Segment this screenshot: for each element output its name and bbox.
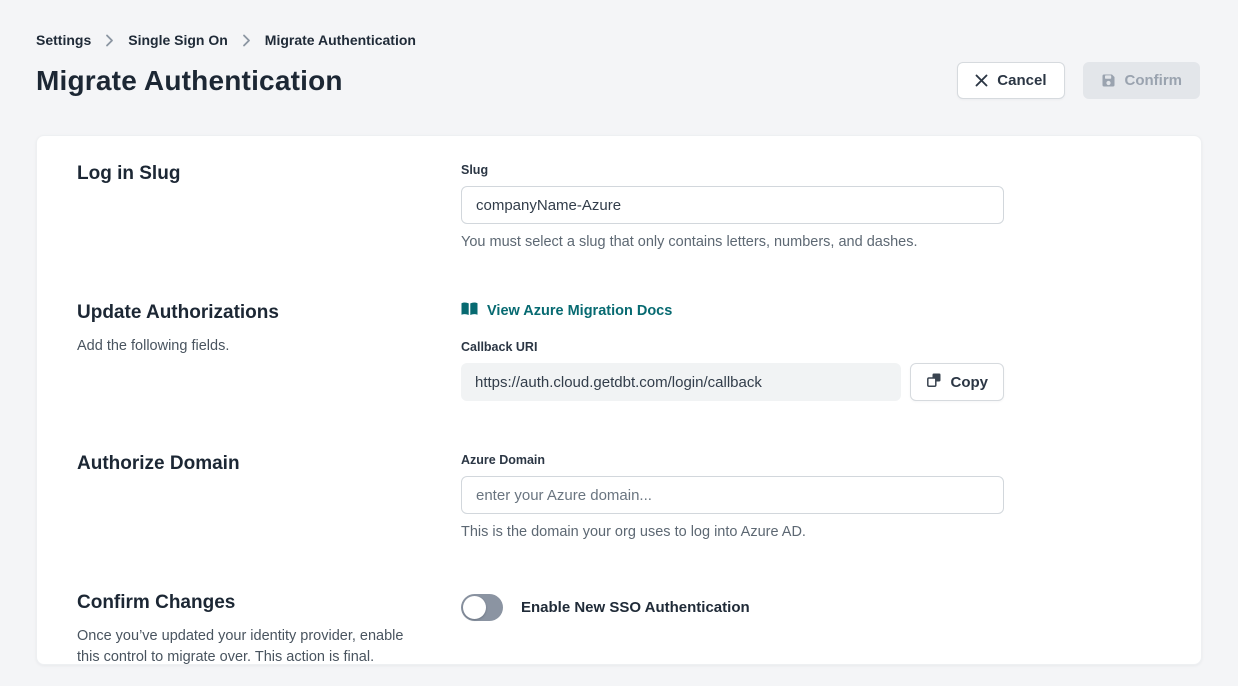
confirm-changes-heading: Confirm Changes bbox=[77, 592, 431, 614]
confirm-changes-description: Once you’ve updated your identity provid… bbox=[77, 626, 409, 667]
settings-card: Log in Slug Slug You must select a slug … bbox=[36, 135, 1202, 665]
enable-sso-toggle[interactable] bbox=[461, 594, 503, 621]
azure-domain-input[interactable] bbox=[461, 476, 1004, 514]
update-authorizations-heading: Update Authorizations bbox=[77, 302, 431, 324]
update-authorizations-description: Add the following fields. bbox=[77, 336, 431, 357]
open-book-icon bbox=[461, 302, 478, 320]
breadcrumb-settings[interactable]: Settings bbox=[36, 32, 91, 48]
section-update-authorizations: Update Authorizations Add the following … bbox=[77, 302, 1161, 401]
toggle-knob bbox=[463, 596, 486, 619]
slug-helper-text: You must select a slug that only contain… bbox=[461, 234, 1004, 250]
cancel-button[interactable]: Cancel bbox=[957, 62, 1064, 99]
section-confirm-changes: Confirm Changes Once you’ve updated your… bbox=[77, 592, 1161, 667]
azure-domain-label: Azure Domain bbox=[461, 453, 1004, 467]
callback-uri-value: https://auth.cloud.getdbt.com/login/call… bbox=[461, 363, 901, 401]
callback-uri-label: Callback URI bbox=[461, 340, 1004, 354]
cancel-button-label: Cancel bbox=[997, 72, 1046, 89]
confirm-button-label: Confirm bbox=[1125, 72, 1183, 89]
page-header: Migrate Authentication Cancel Confirm bbox=[0, 48, 1238, 99]
copy-button[interactable]: Copy bbox=[910, 363, 1005, 401]
login-slug-heading: Log in Slug bbox=[77, 163, 431, 185]
copy-icon bbox=[926, 372, 942, 392]
authorize-domain-heading: Authorize Domain bbox=[77, 453, 431, 475]
slug-input[interactable] bbox=[461, 186, 1004, 224]
breadcrumb-current: Migrate Authentication bbox=[265, 32, 416, 48]
breadcrumb-single-sign-on[interactable]: Single Sign On bbox=[128, 32, 228, 48]
confirm-button[interactable]: Confirm bbox=[1083, 62, 1201, 99]
copy-button-label: Copy bbox=[951, 374, 989, 391]
section-authorize-domain: Authorize Domain Azure Domain This is th… bbox=[77, 453, 1161, 540]
save-icon bbox=[1101, 73, 1116, 88]
enable-sso-toggle-label: Enable New SSO Authentication bbox=[521, 599, 750, 616]
azure-migration-docs-link-label: View Azure Migration Docs bbox=[487, 303, 672, 319]
slug-field-label: Slug bbox=[461, 163, 1004, 177]
x-icon bbox=[975, 74, 988, 87]
page-title: Migrate Authentication bbox=[36, 65, 343, 97]
breadcrumb: Settings Single Sign On Migrate Authenti… bbox=[0, 0, 1238, 48]
migrate-authentication-page: Settings Single Sign On Migrate Authenti… bbox=[0, 0, 1238, 686]
chevron-right-icon bbox=[105, 34, 114, 47]
chevron-right-icon bbox=[242, 34, 251, 47]
header-actions: Cancel Confirm bbox=[957, 62, 1200, 99]
section-login-slug: Log in Slug Slug You must select a slug … bbox=[77, 163, 1161, 250]
azure-domain-helper-text: This is the domain your org uses to log … bbox=[461, 524, 1004, 540]
azure-migration-docs-link[interactable]: View Azure Migration Docs bbox=[461, 302, 672, 320]
